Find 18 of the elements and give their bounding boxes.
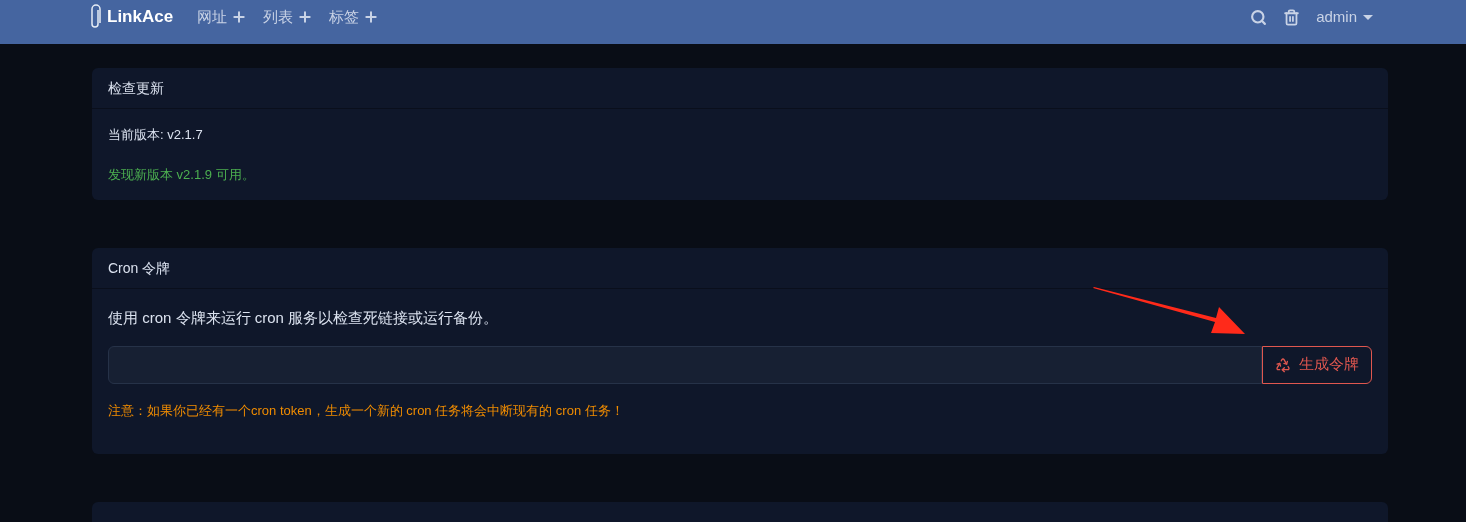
user-menu[interactable]: admin: [1316, 5, 1373, 29]
warning-text: 注意：如果你已经有一个cron token，生成一个新的 cron 任务将会中断现有的 cron 任务！: [108, 401, 625, 420]
current-version-text: 当前版本: v2.1.7: [108, 126, 204, 144]
search-icon[interactable]: [1250, 8, 1268, 26]
paperclip-icon: [89, 4, 101, 30]
nav-menu-item[interactable]: 标签: [329, 5, 380, 29]
recycle-icon: [1275, 356, 1291, 373]
brand-link[interactable]: LinkAce: [107, 4, 174, 30]
nav-menu-item[interactable]: 网址: [197, 5, 248, 29]
generate-token-button[interactable]: 生成令牌: [1262, 345, 1372, 384]
caret-icon: [1363, 14, 1373, 20]
nav-menu-item[interactable]: 列表: [263, 5, 314, 29]
card-title: Cron 令牌: [92, 248, 1388, 289]
description-text: 使用 cron 令牌来运行 cron 服务以检查死链接或运行备份。: [108, 308, 500, 328]
new-version-text: 发现新版本 v2.1.9 可用。: [108, 165, 256, 184]
token-field[interactable]: [108, 345, 1262, 384]
card-title: 检查更新: [92, 68, 1388, 109]
trash-icon[interactable]: [1283, 8, 1301, 26]
